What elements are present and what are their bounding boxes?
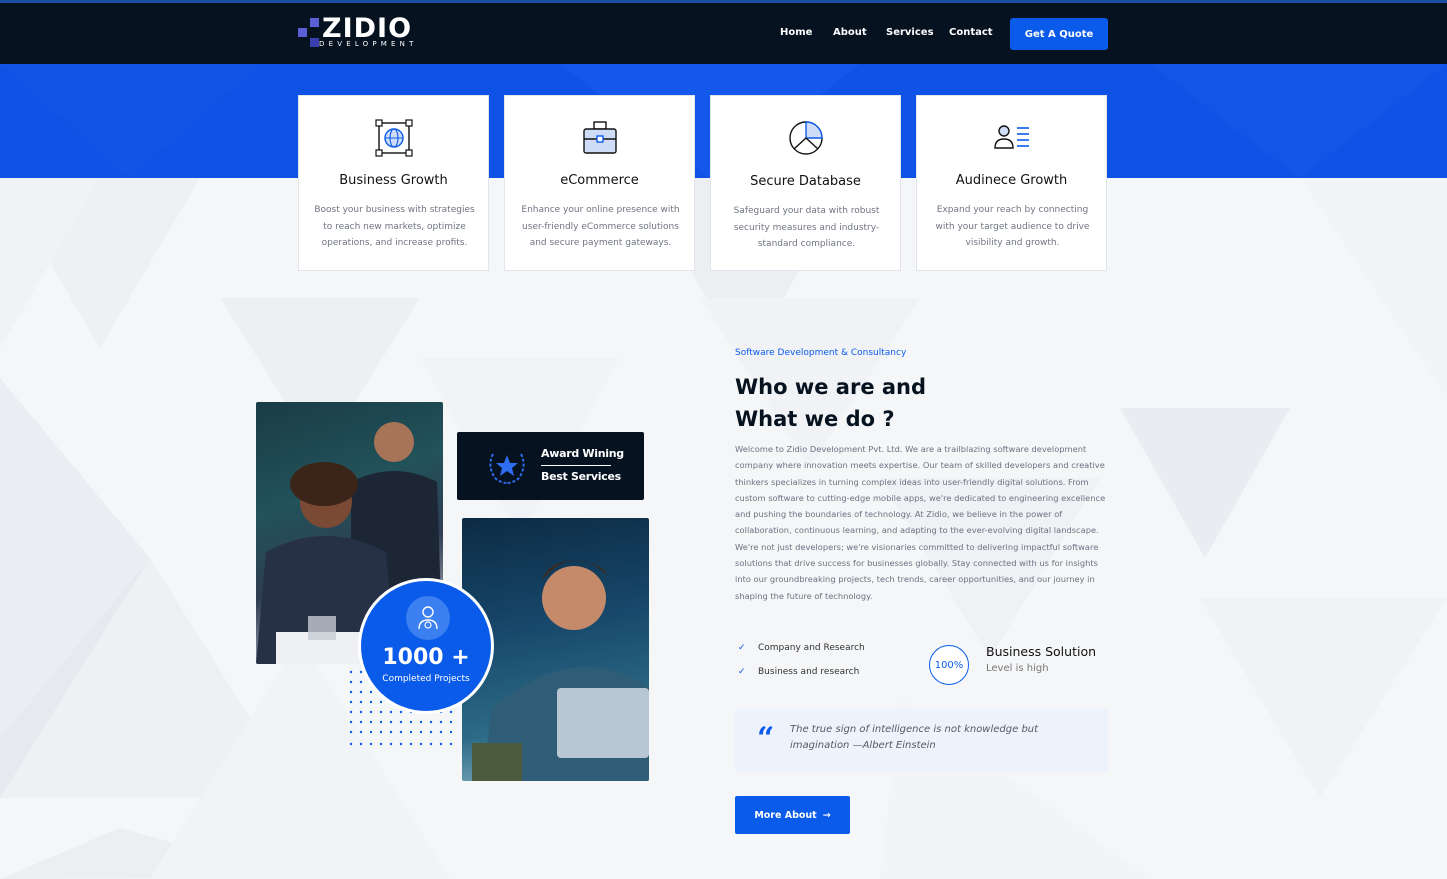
user-list-icon [994, 125, 1029, 149]
projects-count: 1000 + [382, 645, 470, 670]
quote-icon: “ [757, 721, 775, 756]
card-title: Business Growth [339, 173, 448, 188]
projects-label: Completed Projects [382, 674, 470, 684]
check-label: Company and Research [758, 643, 865, 653]
section-eyebrow: Software Development & Consultancy [735, 348, 907, 358]
check-icon: ✓ [738, 667, 746, 677]
check-icon: ✓ [738, 643, 746, 653]
nav-contact[interactable]: Contact [949, 27, 993, 38]
site-header: ZIDIO DEVELOPMENT Home About Services Co… [0, 0, 1447, 64]
quote-block: “ The true sign of intelligence is not k… [735, 709, 1108, 772]
quote-text: The true sign of intelligence is not kno… [790, 724, 1039, 751]
award-subtitle: Best Services [541, 470, 621, 483]
card-title: Audinece Growth [955, 173, 1068, 188]
award-badge: Award Wining Best Services [457, 432, 644, 500]
feature-card-business-growth[interactable]: Business Growth Boost your business with… [298, 95, 489, 271]
business-solution-subtitle: Level is high [986, 663, 1049, 674]
nav-services[interactable]: Services [886, 27, 934, 38]
business-solution-title: Business Solution [986, 644, 1097, 659]
card-description: Safeguard your data with robust security… [733, 206, 880, 249]
user-badge-icon [406, 596, 450, 640]
card-title: eCommerce [560, 173, 639, 188]
feature-card-audience-growth[interactable]: Audinece Growth Expand your reach by con… [916, 95, 1107, 271]
more-about-button[interactable]: More About → [735, 796, 850, 834]
heading-line-1: Who we are and [735, 375, 927, 399]
get-a-quote-button[interactable]: Get A Quote [1010, 18, 1108, 50]
card-description: Expand your reach by connecting with you… [935, 205, 1090, 248]
award-title: Award Wining [541, 447, 624, 460]
briefcase-icon [583, 121, 617, 154]
nav-about[interactable]: About [833, 27, 867, 38]
brand-tagline: DEVELOPMENT [319, 40, 418, 48]
award-divider [541, 465, 611, 466]
feature-card-secure-database[interactable]: Secure Database Safeguard your data with… [710, 95, 901, 271]
card-description: Boost your business with strategies to r… [314, 205, 475, 248]
arrow-right-icon: → [822, 809, 831, 821]
globe-frame-icon [375, 119, 413, 157]
laurel-star-icon [489, 453, 525, 484]
logo[interactable]: ZIDIO DEVELOPMENT [298, 13, 433, 50]
about-paragraph: Welcome to Zidio Development Pvt. Ltd. W… [735, 444, 1106, 601]
check-label: Business and research [758, 667, 860, 677]
nav-home[interactable]: Home [780, 27, 812, 38]
percent-badge: 100% [929, 645, 969, 685]
check-item: ✓ Business and research [738, 667, 859, 677]
card-description: Enhance your online presence with user-f… [521, 205, 680, 248]
quote-author: Albert Einstein [862, 740, 936, 751]
background-pattern [0, 178, 1447, 879]
card-title: Secure Database [750, 174, 861, 189]
completed-projects-badge: 1000 + Completed Projects [358, 578, 494, 714]
more-about-label: More About [754, 809, 817, 821]
section-heading: Who we are and What we do ? [735, 371, 926, 435]
feature-card-ecommerce[interactable]: eCommerce Enhance your online presence w… [504, 95, 695, 271]
pie-chart-icon [789, 121, 823, 155]
heading-line-2: What we do ? [735, 407, 895, 431]
check-item: ✓ Company and Research [738, 643, 865, 653]
top-accent-line [0, 0, 1447, 3]
